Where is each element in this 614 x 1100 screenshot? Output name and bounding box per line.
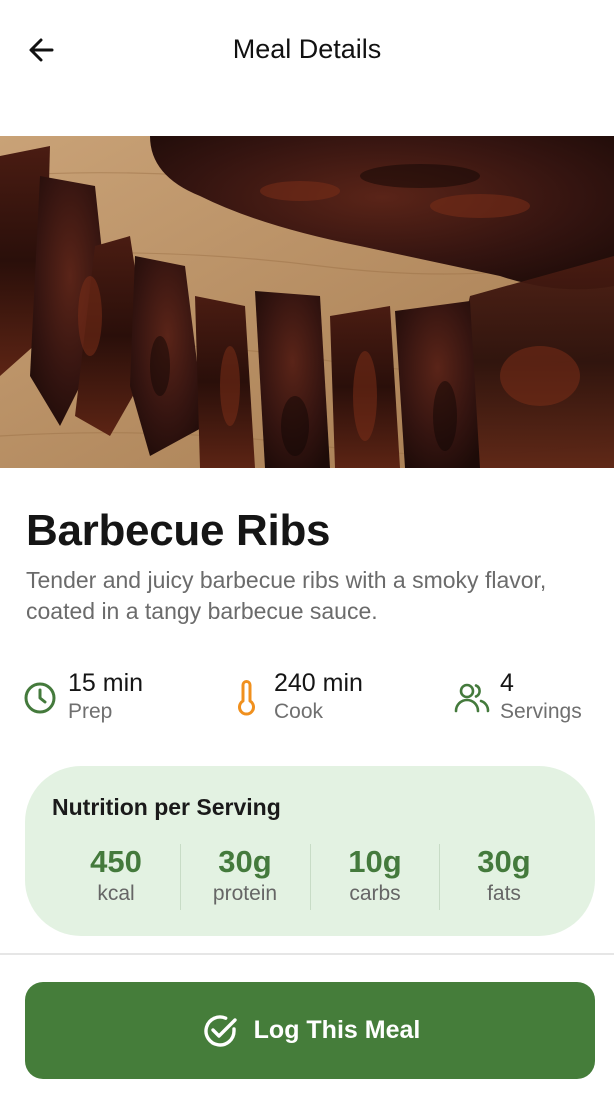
meal-title: Barbecue Ribs [26, 506, 331, 555]
nutrition-label: protein [212, 882, 278, 905]
nutrition-kcal: 450 kcal [51, 844, 181, 908]
nutrition-value: 450 [90, 844, 142, 879]
servings-label: Servings [500, 700, 582, 723]
prep-time-label: Prep [68, 700, 113, 723]
log-meal-label: Log This Meal [253, 1016, 421, 1044]
nutrition-carbs: 10g carbs [310, 844, 440, 908]
nutrition-protein: 30g protein [180, 844, 310, 908]
nutrition-card: Nutrition per Serving 450 kcal 30g prote… [25, 766, 595, 936]
cook-time-stat: 240 min Cook [228, 668, 363, 726]
meal-stats: 15 min Prep 240 min Cook 4 Servings [0, 668, 614, 732]
users-icon [454, 680, 490, 716]
prep-time-stat: 15 min Prep [22, 668, 143, 726]
meal-hero-image [0, 136, 614, 468]
check-circle-icon [200, 1011, 240, 1051]
nutrition-title: Nutrition per Serving [52, 794, 281, 820]
meal-description: Tender and juicy barbecue ribs with a sm… [26, 567, 547, 624]
log-meal-button[interactable]: Log This Meal [25, 982, 595, 1079]
barbecue-ribs-photo [0, 136, 614, 468]
cook-time-value: 240 min [274, 669, 363, 697]
footer-divider [0, 953, 614, 955]
servings-stat: 4 Servings [454, 668, 582, 726]
clock-icon [22, 680, 58, 716]
servings-value: 4 [500, 669, 514, 697]
nutrition-label: fats [487, 882, 521, 905]
nutrition-label: kcal [97, 882, 135, 905]
thermometer-icon [228, 680, 264, 716]
prep-time-value: 15 min [68, 669, 144, 697]
nutrition-fats: 30g fats [439, 844, 569, 908]
page-title: Meal Details [232, 34, 382, 64]
nutrition-value: 10g [348, 844, 402, 879]
top-bar: Meal Details [0, 0, 614, 100]
cook-time-label: Cook [274, 700, 324, 723]
nutrition-label: carbs [349, 882, 401, 905]
nutrition-value: 30g [477, 844, 531, 879]
nutrition-value: 30g [218, 844, 272, 879]
